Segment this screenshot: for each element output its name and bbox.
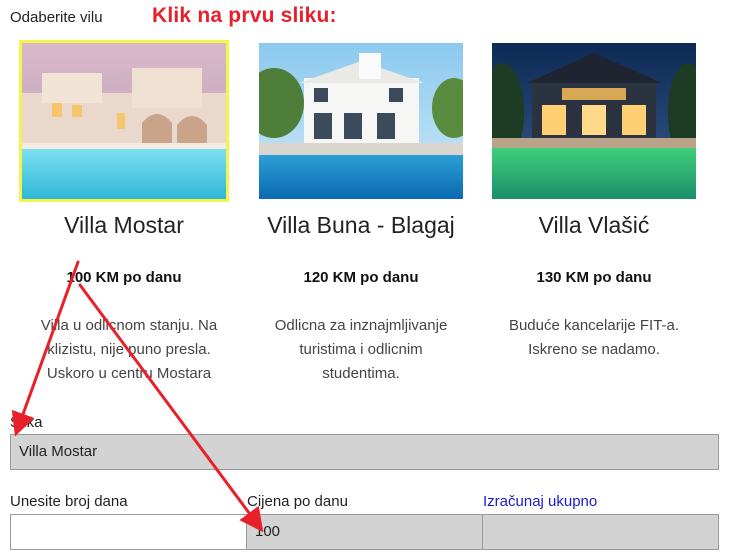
villa-name: Villa Mostar (64, 212, 184, 238)
villa-price: 100 KM po danu (66, 269, 182, 286)
desc-line: Odlicna za inznajmljivanje (274, 317, 448, 334)
days-input[interactable] (10, 514, 247, 550)
instruction-annotation: Klik na prvu sliku: (152, 4, 337, 27)
days-field-label: Unesite broj dana (10, 493, 128, 510)
desc-line: studentima. (322, 365, 400, 382)
desc-line: Uskoro u centru Mostara (46, 365, 212, 382)
villa-mostar-image[interactable] (19, 40, 229, 202)
image-field: Villa Mostar (10, 434, 719, 470)
villa-price: 130 KM po danu (536, 269, 652, 286)
choose-villa-label: Odaberite vilu (10, 9, 103, 26)
villa-name: Villa Buna - Blagaj (267, 212, 455, 238)
price-field: 100 (246, 514, 483, 550)
total-field (482, 514, 719, 550)
villa-price: 120 KM po danu (303, 269, 419, 286)
villa-description: Buduće kancelarije FIT-a. Iskreno se nad… (489, 314, 699, 362)
price-field-label: Cijena po danu (247, 493, 348, 510)
villa-name: Villa Vlašić (538, 212, 650, 238)
desc-line: Iskreno se nadamo. (528, 341, 660, 358)
desc-line: Buduće kancelarije FIT-a. (508, 317, 680, 334)
image-field-label: Slika (10, 414, 43, 431)
villa-buna-image[interactable] (256, 40, 466, 202)
desc-line: klizistu, nije puno presla. (47, 341, 211, 358)
villa-vlasic-image[interactable] (489, 40, 699, 202)
desc-line: turistima i odlicnim (299, 341, 423, 358)
desc-line: Villa u odlicnom stanju. Na (40, 317, 218, 334)
villa-description: Villa u odlicnom stanju. Na klizistu, ni… (24, 314, 234, 386)
calculate-total-link[interactable]: Izračunaj ukupno (483, 493, 597, 510)
villa-description: Odlicna za inznajmljivanje turistima i o… (256, 314, 466, 386)
